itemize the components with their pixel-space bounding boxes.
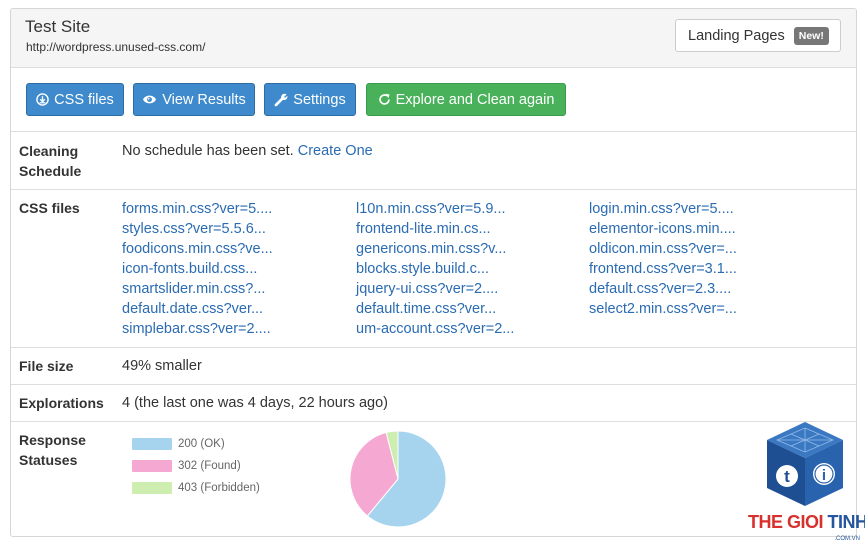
legend-item-403: 403 (Forbidden) <box>132 481 260 494</box>
site-title: Test Site <box>25 17 91 36</box>
logo-cube-icon: t i <box>767 422 843 506</box>
svg-text:t: t <box>784 467 790 486</box>
legend-item-200: 200 (OK) <box>132 437 225 450</box>
watermark-subtext: .COM.VN <box>834 536 860 542</box>
css-file-link[interactable]: jquery-ui.css?ver=2.... <box>356 279 498 299</box>
legend-item-302: 302 (Found) <box>132 459 241 472</box>
download-icon <box>36 93 49 106</box>
explorations-label: Explorations <box>19 395 104 411</box>
css-files-label: CSS files <box>54 91 114 108</box>
css-file-link[interactable]: default.date.css?ver... <box>122 299 263 319</box>
response-statuses-label: Response Statuses <box>19 430 86 470</box>
explorations-row: Explorations 4 (the last one was 4 days,… <box>11 384 856 421</box>
wrench-icon <box>274 93 288 107</box>
css-file-link[interactable]: elementor-icons.min.... <box>589 219 736 239</box>
site-panel: Test Site http://wordpress.unused-css.co… <box>10 8 857 537</box>
cleaning-schedule-value: No schedule has been set. Create One <box>122 141 373 161</box>
css-file-link[interactable]: um-account.css?ver=2... <box>356 319 514 339</box>
css-file-link[interactable]: foodicons.min.css?ve... <box>122 239 273 259</box>
css-files-row: CSS files forms.min.css?ver=5.... styles.… <box>11 189 856 347</box>
explorations-value: 4 (the last one was 4 days, 22 hours ago… <box>122 395 388 411</box>
css-file-link[interactable]: styles.css?ver=5.5.6... <box>122 219 266 239</box>
css-file-link[interactable]: forms.min.css?ver=5.... <box>122 199 272 219</box>
css-file-link[interactable]: login.min.css?ver=5.... <box>589 199 734 219</box>
css-files-label: CSS files <box>19 200 80 216</box>
legend-swatch <box>132 481 172 494</box>
file-size-row: File size 49% smaller <box>11 347 856 384</box>
css-file-link[interactable]: l10n.min.css?ver=5.9... <box>356 199 506 219</box>
create-schedule-link[interactable]: Create One <box>298 143 373 159</box>
label-line: Response <box>19 432 86 448</box>
watermark-text: THE GIOI TINHOC <box>748 512 865 533</box>
cleaning-schedule-label: Cleaning Schedule <box>19 141 81 181</box>
css-file-link[interactable]: select2.min.css?ver=... <box>589 299 737 319</box>
css-file-link[interactable]: icon-fonts.build.css... <box>122 259 257 279</box>
landing-pages-button[interactable]: Landing Pages New! <box>675 19 841 52</box>
css-file-link[interactable]: default.css?ver=2.3.... <box>589 279 731 299</box>
css-file-link[interactable]: genericons.min.css?v... <box>356 239 506 259</box>
explore-clean-button[interactable]: Explore and Clean again <box>366 83 566 116</box>
watermark-logo: t i THE GIOI TINHOC .COM.VN <box>745 418 865 545</box>
legend-label: 302 (Found) <box>178 459 241 472</box>
site-url: http://wordpress.unused-css.com/ <box>26 40 206 54</box>
schedule-text: No schedule has been set. <box>122 143 294 159</box>
watermark-text-blue: TINHOC <box>827 512 865 532</box>
watermark-text-red: THE GIOI <box>748 512 824 532</box>
css-file-link[interactable]: default.time.css?ver... <box>356 299 496 319</box>
cleaning-schedule-row: Cleaning Schedule No schedule has been s… <box>11 131 856 189</box>
label-line: Cleaning <box>19 143 79 159</box>
view-results-button[interactable]: View Results <box>133 83 255 116</box>
svg-text:i: i <box>822 467 826 484</box>
settings-label: Settings <box>293 91 346 108</box>
legend-swatch <box>132 437 172 450</box>
css-file-link[interactable]: blocks.style.build.c... <box>356 259 489 279</box>
legend-label: 200 (OK) <box>178 437 225 450</box>
new-badge: New! <box>793 26 829 45</box>
css-file-link[interactable]: simplebar.css?ver=2.... <box>122 319 271 339</box>
eye-icon <box>142 94 157 105</box>
response-status-pie-chart <box>349 430 447 528</box>
legend-label: 403 (Forbidden) <box>178 481 260 494</box>
css-files-button[interactable]: CSS files <box>26 83 124 116</box>
label-line: Schedule <box>19 163 82 179</box>
settings-button[interactable]: Settings <box>264 83 356 116</box>
label-line: Statuses <box>19 452 78 468</box>
css-file-link[interactable]: frontend.css?ver=3.1... <box>589 259 737 279</box>
landing-pages-label: Landing Pages <box>688 27 785 44</box>
css-file-link[interactable]: smartslider.min.css?... <box>122 279 265 299</box>
file-size-value: 49% smaller <box>122 358 202 374</box>
panel-header: Test Site http://wordpress.unused-css.co… <box>11 9 856 68</box>
refresh-icon <box>378 93 391 106</box>
view-results-label: View Results <box>162 91 246 108</box>
legend-swatch <box>132 459 172 472</box>
explore-label: Explore and Clean again <box>395 91 555 108</box>
file-size-label: File size <box>19 358 74 374</box>
css-file-link[interactable]: frontend-lite.min.cs... <box>356 219 491 239</box>
css-file-link[interactable]: oldicon.min.css?ver=... <box>589 239 737 259</box>
